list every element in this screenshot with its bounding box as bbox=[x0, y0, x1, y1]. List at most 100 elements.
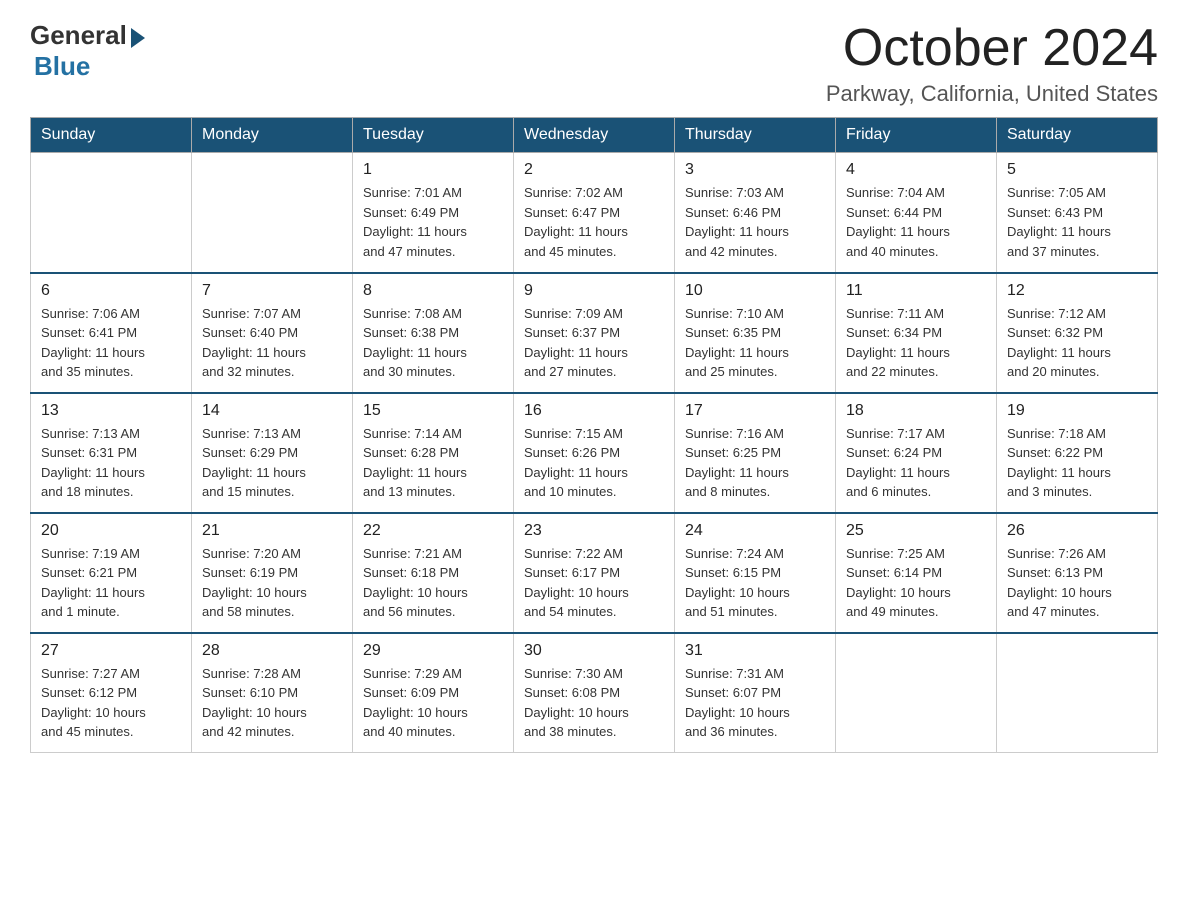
day-number: 7 bbox=[202, 282, 342, 300]
day-number: 3 bbox=[685, 161, 825, 179]
day-number: 1 bbox=[363, 161, 503, 179]
day-info: Sunrise: 7:31 AMSunset: 6:07 PMDaylight:… bbox=[685, 664, 825, 742]
calendar-cell: 12 Sunrise: 7:12 AMSunset: 6:32 PMDayligh… bbox=[997, 273, 1158, 393]
day-info: Sunrise: 7:17 AMSunset: 6:24 PMDaylight:… bbox=[846, 424, 986, 502]
day-info: Sunrise: 7:10 AMSunset: 6:35 PMDaylight:… bbox=[685, 304, 825, 382]
day-info: Sunrise: 7:22 AMSunset: 6:17 PMDaylight:… bbox=[524, 544, 664, 622]
week-row-4: 20 Sunrise: 7:19 AMSunset: 6:21 PMDayligh… bbox=[31, 513, 1158, 633]
day-info: Sunrise: 7:24 AMSunset: 6:15 PMDaylight:… bbox=[685, 544, 825, 622]
day-number: 6 bbox=[41, 282, 181, 300]
calendar-cell: 27 Sunrise: 7:27 AMSunset: 6:12 PMDayligh… bbox=[31, 633, 192, 753]
day-number: 22 bbox=[363, 522, 503, 540]
day-number: 19 bbox=[1007, 402, 1147, 420]
calendar-cell: 7 Sunrise: 7:07 AMSunset: 6:40 PMDaylight… bbox=[192, 273, 353, 393]
day-info: Sunrise: 7:05 AMSunset: 6:43 PMDaylight:… bbox=[1007, 183, 1147, 261]
day-info: Sunrise: 7:04 AMSunset: 6:44 PMDaylight:… bbox=[846, 183, 986, 261]
day-number: 29 bbox=[363, 642, 503, 660]
calendar-cell: 9Sunrise: 7:09 AMSunset: 6:37 PMDaylight… bbox=[514, 273, 675, 393]
day-number: 18 bbox=[846, 402, 986, 420]
calendar-cell bbox=[997, 633, 1158, 753]
day-number: 30 bbox=[524, 642, 664, 660]
day-number: 14 bbox=[202, 402, 342, 420]
day-number: 20 bbox=[41, 522, 181, 540]
day-info: Sunrise: 7:21 AMSunset: 6:18 PMDaylight:… bbox=[363, 544, 503, 622]
calendar-cell: 2 Sunrise: 7:02 AMSunset: 6:47 PMDaylight… bbox=[514, 153, 675, 273]
page-header: General Blue October 2024 Parkway, Calif… bbox=[30, 20, 1158, 107]
calendar-cell: 8 Sunrise: 7:08 AMSunset: 6:38 PMDaylight… bbox=[353, 273, 514, 393]
week-row-1: 1Sunrise: 7:01 AMSunset: 6:49 PMDaylight… bbox=[31, 153, 1158, 273]
day-number: 16 bbox=[524, 402, 664, 420]
calendar-cell: 5 Sunrise: 7:05 AMSunset: 6:43 PMDaylight… bbox=[997, 153, 1158, 273]
day-number: 21 bbox=[202, 522, 342, 540]
weekday-header-sunday: Sunday bbox=[31, 118, 192, 153]
day-number: 26 bbox=[1007, 522, 1147, 540]
day-number: 5 bbox=[1007, 161, 1147, 179]
calendar-cell: 14 Sunrise: 7:13 AMSunset: 6:29 PMDayligh… bbox=[192, 393, 353, 513]
calendar-cell: 3 Sunrise: 7:03 AMSunset: 6:46 PMDaylight… bbox=[675, 153, 836, 273]
day-info: Sunrise: 7:11 AMSunset: 6:34 PMDaylight:… bbox=[846, 304, 986, 382]
calendar-table: SundayMondayTuesdayWednesdayThursdayFrid… bbox=[30, 117, 1158, 753]
day-info: Sunrise: 7:28 AMSunset: 6:10 PMDaylight:… bbox=[202, 664, 342, 742]
day-info: Sunrise: 7:07 AMSunset: 6:40 PMDaylight:… bbox=[202, 304, 342, 382]
calendar-cell: 22 Sunrise: 7:21 AMSunset: 6:18 PMDayligh… bbox=[353, 513, 514, 633]
month-title: October 2024 bbox=[826, 20, 1158, 77]
day-number: 13 bbox=[41, 402, 181, 420]
logo: General Blue bbox=[30, 20, 145, 82]
day-number: 17 bbox=[685, 402, 825, 420]
day-number: 10 bbox=[685, 282, 825, 300]
weekday-header-thursday: Thursday bbox=[675, 118, 836, 153]
day-number: 28 bbox=[202, 642, 342, 660]
calendar-cell: 26 Sunrise: 7:26 AMSunset: 6:13 PMDayligh… bbox=[997, 513, 1158, 633]
day-info: Sunrise: 7:08 AMSunset: 6:38 PMDaylight:… bbox=[363, 304, 503, 382]
calendar-cell bbox=[31, 153, 192, 273]
calendar-cell: 6 Sunrise: 7:06 AMSunset: 6:41 PMDaylight… bbox=[31, 273, 192, 393]
day-info: Sunrise: 7:14 AMSunset: 6:28 PMDaylight:… bbox=[363, 424, 503, 502]
calendar-cell: 28 Sunrise: 7:28 AMSunset: 6:10 PMDayligh… bbox=[192, 633, 353, 753]
weekday-header-saturday: Saturday bbox=[997, 118, 1158, 153]
calendar-cell: 29 Sunrise: 7:29 AMSunset: 6:09 PMDayligh… bbox=[353, 633, 514, 753]
weekday-header-monday: Monday bbox=[192, 118, 353, 153]
day-info: Sunrise: 7:18 AMSunset: 6:22 PMDaylight:… bbox=[1007, 424, 1147, 502]
day-info: Sunrise: 7:13 AMSunset: 6:29 PMDaylight:… bbox=[202, 424, 342, 502]
logo-arrow-icon bbox=[131, 28, 145, 48]
day-info: Sunrise: 7:02 AMSunset: 6:47 PMDaylight:… bbox=[524, 183, 664, 261]
calendar-cell: 13 Sunrise: 7:13 AMSunset: 6:31 PMDayligh… bbox=[31, 393, 192, 513]
weekday-header-friday: Friday bbox=[836, 118, 997, 153]
day-info: Sunrise: 7:26 AMSunset: 6:13 PMDaylight:… bbox=[1007, 544, 1147, 622]
day-info: Sunrise: 7:30 AMSunset: 6:08 PMDaylight:… bbox=[524, 664, 664, 742]
calendar-cell: 11 Sunrise: 7:11 AMSunset: 6:34 PMDayligh… bbox=[836, 273, 997, 393]
week-row-2: 6 Sunrise: 7:06 AMSunset: 6:41 PMDaylight… bbox=[31, 273, 1158, 393]
day-info: Sunrise: 7:03 AMSunset: 6:46 PMDaylight:… bbox=[685, 183, 825, 261]
calendar-cell bbox=[836, 633, 997, 753]
day-number: 8 bbox=[363, 282, 503, 300]
weekday-header-row: SundayMondayTuesdayWednesdayThursdayFrid… bbox=[31, 118, 1158, 153]
day-number: 12 bbox=[1007, 282, 1147, 300]
calendar-cell: 20 Sunrise: 7:19 AMSunset: 6:21 PMDayligh… bbox=[31, 513, 192, 633]
day-number: 27 bbox=[41, 642, 181, 660]
calendar-cell: 15Sunrise: 7:14 AMSunset: 6:28 PMDayligh… bbox=[353, 393, 514, 513]
calendar-cell bbox=[192, 153, 353, 273]
week-row-5: 27 Sunrise: 7:27 AMSunset: 6:12 PMDayligh… bbox=[31, 633, 1158, 753]
day-info: Sunrise: 7:29 AMSunset: 6:09 PMDaylight:… bbox=[363, 664, 503, 742]
calendar-cell: 17 Sunrise: 7:16 AMSunset: 6:25 PMDayligh… bbox=[675, 393, 836, 513]
calendar-cell: 30 Sunrise: 7:30 AMSunset: 6:08 PMDayligh… bbox=[514, 633, 675, 753]
weekday-header-wednesday: Wednesday bbox=[514, 118, 675, 153]
day-number: 2 bbox=[524, 161, 664, 179]
day-number: 24 bbox=[685, 522, 825, 540]
day-info: Sunrise: 7:19 AMSunset: 6:21 PMDaylight:… bbox=[41, 544, 181, 622]
day-info: Sunrise: 7:20 AMSunset: 6:19 PMDaylight:… bbox=[202, 544, 342, 622]
weekday-header-tuesday: Tuesday bbox=[353, 118, 514, 153]
day-info: Sunrise: 7:12 AMSunset: 6:32 PMDaylight:… bbox=[1007, 304, 1147, 382]
calendar-cell: 21 Sunrise: 7:20 AMSunset: 6:19 PMDayligh… bbox=[192, 513, 353, 633]
day-info: Sunrise: 7:06 AMSunset: 6:41 PMDaylight:… bbox=[41, 304, 181, 382]
calendar-cell: 19 Sunrise: 7:18 AMSunset: 6:22 PMDayligh… bbox=[997, 393, 1158, 513]
day-info: Sunrise: 7:16 AMSunset: 6:25 PMDaylight:… bbox=[685, 424, 825, 502]
day-number: 11 bbox=[846, 282, 986, 300]
calendar-cell: 23Sunrise: 7:22 AMSunset: 6:17 PMDayligh… bbox=[514, 513, 675, 633]
logo-blue-text: Blue bbox=[34, 51, 90, 82]
day-info: Sunrise: 7:13 AMSunset: 6:31 PMDaylight:… bbox=[41, 424, 181, 502]
day-info: Sunrise: 7:27 AMSunset: 6:12 PMDaylight:… bbox=[41, 664, 181, 742]
calendar-cell: 25Sunrise: 7:25 AMSunset: 6:14 PMDayligh… bbox=[836, 513, 997, 633]
calendar-cell: 24 Sunrise: 7:24 AMSunset: 6:15 PMDayligh… bbox=[675, 513, 836, 633]
calendar-cell: 10 Sunrise: 7:10 AMSunset: 6:35 PMDayligh… bbox=[675, 273, 836, 393]
